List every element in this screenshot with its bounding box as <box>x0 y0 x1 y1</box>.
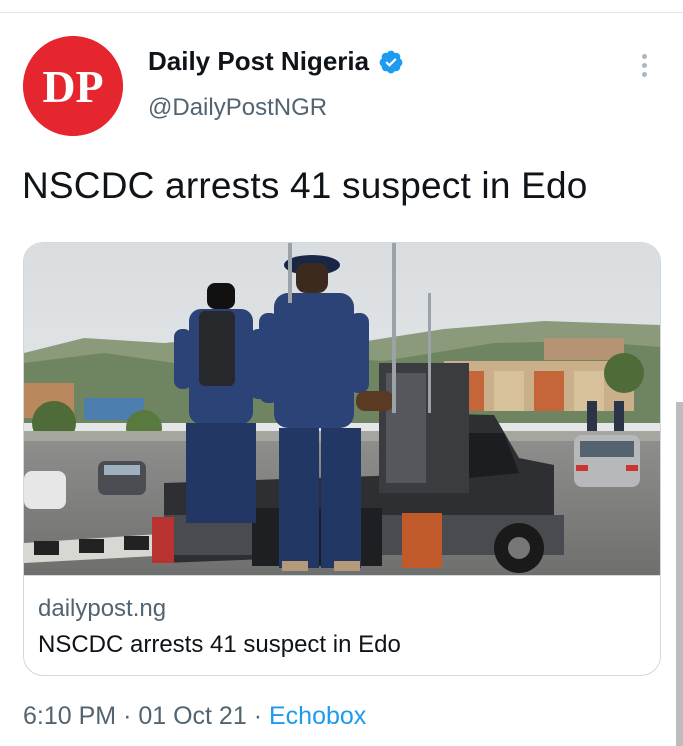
avatar[interactable]: DP <box>23 36 123 136</box>
meta-separator: · <box>123 702 132 730</box>
tweet-text: NSCDC arrests 41 suspect in Edo <box>22 165 588 206</box>
link-card[interactable]: dailypost.ng NSCDC arrests 41 suspect in… <box>23 242 661 676</box>
card-divider <box>24 575 660 576</box>
scrollbar[interactable] <box>676 402 683 746</box>
card-photo[interactable] <box>24 243 660 575</box>
more-vertical-icon[interactable] <box>634 52 656 80</box>
tweet-date[interactable]: 01 Oct 21 <box>138 702 246 730</box>
meta-separator: · <box>253 702 263 730</box>
author-handle[interactable]: @DailyPostNGR <box>148 94 327 122</box>
avatar-logo-text: DP <box>42 61 103 112</box>
tweet-source-link[interactable]: Echobox <box>269 702 366 730</box>
tweet-meta: 6:10 PM · 01 Oct 21 · Echobox <box>23 702 366 731</box>
card-domain[interactable]: dailypost.ng <box>38 595 166 623</box>
card-title[interactable]: NSCDC arrests 41 suspect in Edo <box>38 631 401 659</box>
verified-badge-icon <box>378 49 404 75</box>
top-divider <box>0 12 683 13</box>
daily-post-logo: DP <box>23 36 123 136</box>
tweet-time[interactable]: 6:10 PM <box>23 702 116 730</box>
author-display-name[interactable]: Daily Post Nigeria <box>148 46 369 77</box>
author-name-row[interactable]: Daily Post Nigeria <box>148 46 404 77</box>
